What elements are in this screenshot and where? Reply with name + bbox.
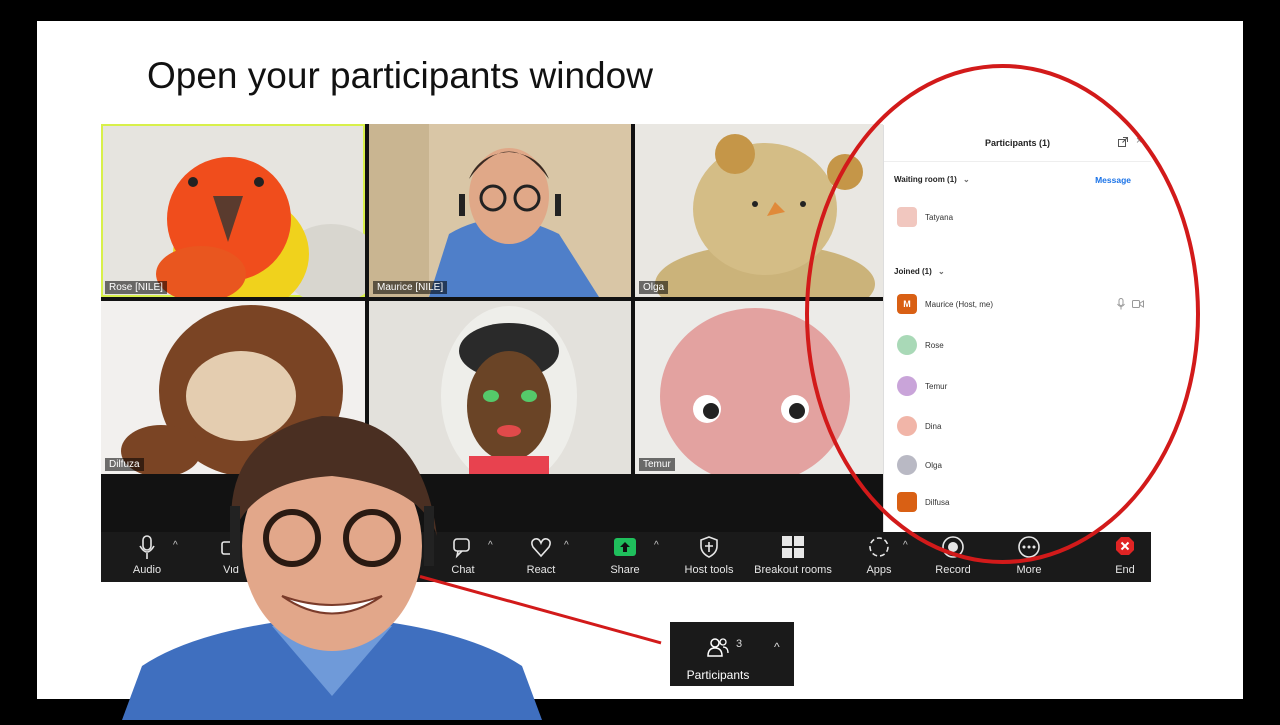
highlight-ellipse xyxy=(805,64,1200,564)
host-tools-button[interactable]: Host tools xyxy=(681,532,737,582)
apps-icon xyxy=(869,537,889,557)
end-meeting-button[interactable]: End xyxy=(1107,532,1143,582)
slide-title: Open your participants window xyxy=(147,55,653,96)
tile-name-label: Rose [NILE] xyxy=(105,281,167,294)
tile-name-label: Temur xyxy=(639,458,675,471)
participants-options-caret[interactable]: ^ xyxy=(774,640,780,654)
apps-button[interactable]: Apps xyxy=(861,532,897,582)
react-options-caret[interactable]: ^ xyxy=(564,540,569,551)
grid-icon xyxy=(782,536,804,558)
share-screen-icon xyxy=(614,538,636,556)
apps-options-caret[interactable]: ^ xyxy=(903,540,908,551)
close-icon xyxy=(1116,537,1134,555)
breakout-rooms-button[interactable]: Breakout rooms xyxy=(751,532,835,582)
maurice-image xyxy=(369,124,599,297)
share-options-caret[interactable]: ^ xyxy=(654,540,659,551)
participant-count: 3 xyxy=(736,638,743,650)
presenter-image xyxy=(122,416,542,720)
tile-name-label: Olga xyxy=(639,281,669,294)
people-icon xyxy=(707,638,729,657)
shield-icon xyxy=(700,536,718,558)
participants-button[interactable]: 3 ^ Participants xyxy=(670,622,794,686)
tile-name-label: Maurice [NILE] xyxy=(373,281,448,294)
presenter-webcam xyxy=(122,396,542,720)
video-tile[interactable]: Maurice [NILE] xyxy=(369,124,631,297)
parrot-image xyxy=(156,157,365,297)
participants-label: Participants xyxy=(686,668,750,682)
video-tile[interactable]: Rose [NILE] xyxy=(101,124,365,297)
share-button[interactable]: Share xyxy=(605,532,645,582)
